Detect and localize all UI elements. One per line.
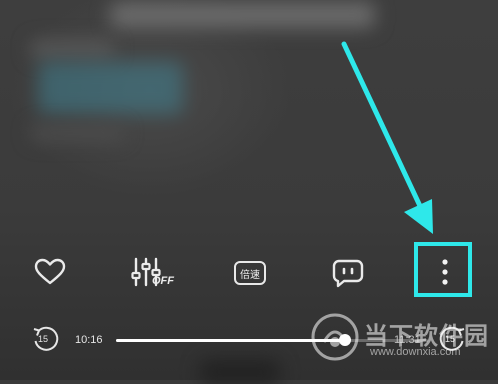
- blurred-bottom: [200, 360, 280, 384]
- speed-icon: 倍速: [234, 261, 266, 285]
- rewind-15-icon: 15: [30, 323, 62, 355]
- watermark: 当下软件园 www.downxia.com: [310, 312, 495, 368]
- current-time: 10:16: [75, 334, 103, 346]
- heart-icon: [34, 258, 66, 286]
- more-vertical-icon: [440, 257, 450, 287]
- rewind-15-button[interactable]: 15: [30, 323, 62, 355]
- watermark-url: www.downxia.com: [370, 346, 461, 358]
- rewind-seconds-label: 15: [38, 334, 49, 344]
- equalizer-button[interactable]: OFF: [128, 253, 182, 293]
- like-button[interactable]: [28, 254, 72, 290]
- watermark-logo-icon: [310, 312, 360, 367]
- comment-icon: [332, 258, 364, 288]
- playback-speed-button[interactable]: 倍速: [228, 255, 272, 291]
- more-options-button[interactable]: [418, 246, 472, 298]
- equalizer-state-label: OFF: [152, 275, 174, 287]
- blurred-text: [30, 125, 125, 141]
- equalizer-off-icon: OFF: [128, 253, 182, 293]
- blurred-title: [110, 2, 375, 28]
- blurred-highlight: [38, 62, 183, 114]
- speed-label: 倍速: [240, 269, 260, 281]
- blurred-text: [30, 40, 115, 58]
- comment-button[interactable]: [326, 254, 370, 292]
